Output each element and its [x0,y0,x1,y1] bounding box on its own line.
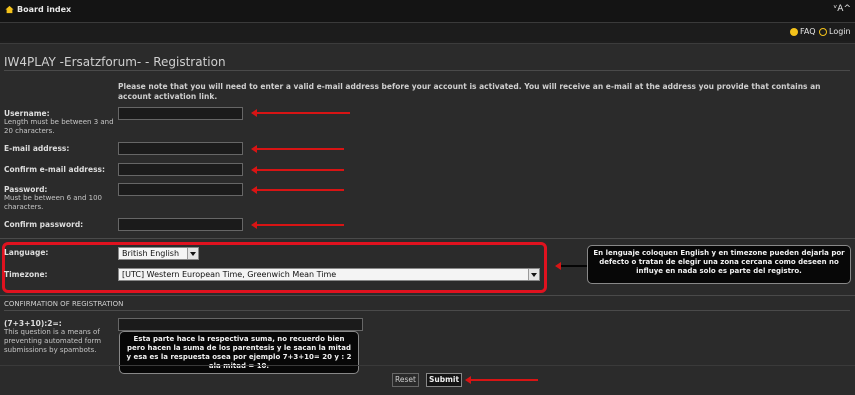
confirmation-divider [4,310,850,311]
timezone-label: Timezone: [4,270,48,279]
power-icon [819,27,827,36]
language-select[interactable]: British English [118,247,199,260]
password-label: Password: [4,185,48,194]
font-size-change-icon[interactable]: ᵛA^ [834,4,851,14]
top-nav-bar: Board index ᵛA^ [0,0,855,23]
page-title: IW4PLAY -Ersatzforum- - Registration [4,55,226,69]
password-input[interactable] [118,183,243,196]
confirm-password-input[interactable] [118,218,243,231]
annotation-arrow [251,221,344,229]
faq-link[interactable]: FAQ [790,27,816,36]
activation-note: Please note that you will need to enter … [118,82,821,101]
title-divider [4,70,850,71]
board-index-link[interactable]: Board index [5,5,71,14]
annotation-arrow [251,166,344,174]
confirm-email-input[interactable] [118,163,243,176]
email-input[interactable] [118,142,243,155]
confirmation-section-title: CONFIRMATION OF REGISTRATION [4,300,124,308]
chevron-down-icon [528,269,539,280]
section-divider [0,295,855,296]
language-timezone-callout: En lenguaje coloquen English y en timezo… [587,245,851,284]
timezone-value: [UTC] Western European Time, Greenwich M… [122,270,337,279]
submit-button[interactable]: Submit [426,373,462,387]
reset-button[interactable]: Reset [392,373,419,387]
section-divider [0,238,855,239]
login-label: Login [829,27,851,36]
timezone-select[interactable]: [UTC] Western European Time, Greenwich M… [118,268,540,281]
captcha-callout: Esta parte hace la respectiva suma, no r… [119,331,359,374]
username-input[interactable] [118,107,243,120]
confirm-email-label: Confirm e-mail address: [4,165,106,174]
help-icon [790,27,798,36]
annotation-arrow [251,109,350,117]
captcha-answer-input[interactable] [118,318,363,331]
footer-divider [0,365,855,366]
sub-nav-bar [0,23,855,41]
password-hint: Must be between 6 and 100 characters. [4,194,102,211]
login-link[interactable]: Login [819,27,851,36]
board-index-label: Board index [17,5,72,14]
email-label: E-mail address: [4,144,70,153]
faq-label: FAQ [800,27,816,36]
captcha-hint: This question is a means of preventing a… [4,328,102,354]
annotation-arrow [251,186,344,194]
language-value: British English [122,249,180,258]
language-label: Language: [4,248,49,257]
username-label: Username: [4,109,50,118]
confirm-password-label: Confirm password: [4,220,84,229]
annotation-arrow [465,376,538,384]
username-hint: Length must be between 3 and 20 characte… [4,118,114,135]
annotation-arrow [251,145,344,153]
chevron-down-icon [187,248,198,259]
home-icon [5,5,14,14]
captcha-question: (7+3+10):2=: [4,319,62,328]
callout-arrow [555,262,588,270]
